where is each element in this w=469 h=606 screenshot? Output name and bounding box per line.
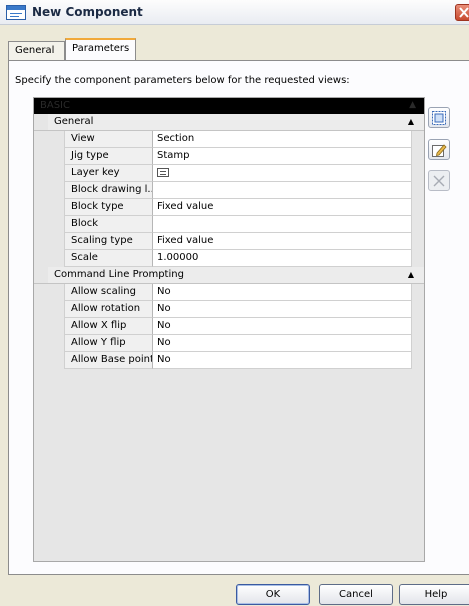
property-row-allow-x-flip[interactable]: Allow X flip No [34,318,424,335]
property-row-block-drawing[interactable]: Block drawing l... [34,182,424,199]
title-bar[interactable]: New Component [0,0,469,25]
property-row-allow-base-point[interactable]: Allow Base point No [34,352,424,369]
tab-parameters[interactable]: Parameters [65,38,136,61]
grid-header-label: BASIC [40,100,70,111]
property-value[interactable]: No [153,335,412,352]
grid-header-toggle-icon: ▲ [409,100,416,110]
cancel-button[interactable]: Cancel [319,584,393,605]
layer-key-icon[interactable] [157,168,169,177]
property-row-layer-key[interactable]: Layer key [34,165,424,182]
property-row-block[interactable]: Block [34,216,424,233]
help-button[interactable]: Help [399,584,469,605]
property-value[interactable]: Stamp [153,148,412,165]
grid-header: BASIC ▲ [34,98,424,114]
parameters-grid[interactable]: BASIC ▲ General ▲ View Section Jig type … [33,97,425,562]
app-icon [6,5,26,20]
property-value[interactable]: Fixed value [153,199,412,216]
category-general[interactable]: General ▲ [34,114,424,131]
property-row-view[interactable]: View Section [34,131,424,148]
property-name: Scale [64,250,153,267]
delete-icon [433,175,445,187]
category-label: Command Line Prompting [54,269,184,280]
close-icon [459,7,469,18]
property-name: Allow scaling [64,284,153,301]
category-command-line-prompting[interactable]: Command Line Prompting ▲ [34,267,424,284]
edit-icon [432,144,447,157]
property-row-allow-rotation[interactable]: Allow rotation No [34,301,424,318]
property-value[interactable] [153,182,412,199]
close-button[interactable] [455,4,469,21]
tab-general[interactable]: General [8,41,65,61]
ok-button[interactable]: OK [236,584,310,605]
select-view-icon [432,111,446,125]
property-value[interactable]: 1.00000 [153,250,412,267]
window-title: New Component [32,5,143,19]
parameters-panel: Specify the component parameters below f… [8,60,469,575]
property-row-allow-scaling[interactable]: Allow scaling No [34,284,424,301]
property-row-allow-y-flip[interactable]: Allow Y flip No [34,335,424,352]
property-value[interactable]: No [153,301,412,318]
property-name: Block [64,216,153,233]
property-name: Allow X flip [64,318,153,335]
property-row-scaling-type[interactable]: Scaling type Fixed value [34,233,424,250]
property-name: Block drawing l... [64,182,153,199]
property-row-block-type[interactable]: Block type Fixed value [34,199,424,216]
new-component-dialog: New Component General Parameters Specify… [0,0,469,606]
collapse-icon[interactable]: ▲ [408,117,414,126]
property-name: Allow rotation [64,301,153,318]
property-value[interactable] [153,216,412,233]
property-name: Jig type [64,148,153,165]
category-label: General [54,116,94,127]
property-name: View [64,131,153,148]
select-view-button[interactable] [428,107,450,128]
property-row-scale[interactable]: Scale 1.00000 [34,250,424,267]
property-name: Layer key [64,165,153,182]
property-value[interactable]: No [153,352,412,369]
delete-button[interactable] [428,170,450,191]
property-value[interactable]: Fixed value [153,233,412,250]
property-value[interactable]: No [153,318,412,335]
property-name: Allow Y flip [64,335,153,352]
property-value[interactable]: No [153,284,412,301]
property-value[interactable]: Section [153,131,412,148]
instruction-text: Specify the component parameters below f… [15,75,350,86]
property-name: Block type [64,199,153,216]
collapse-icon[interactable]: ▲ [408,270,414,279]
property-row-jig-type[interactable]: Jig type Stamp [34,148,424,165]
property-name: Scaling type [64,233,153,250]
property-name: Allow Base point [64,352,153,369]
property-value[interactable] [153,165,412,182]
edit-button[interactable] [428,139,450,160]
